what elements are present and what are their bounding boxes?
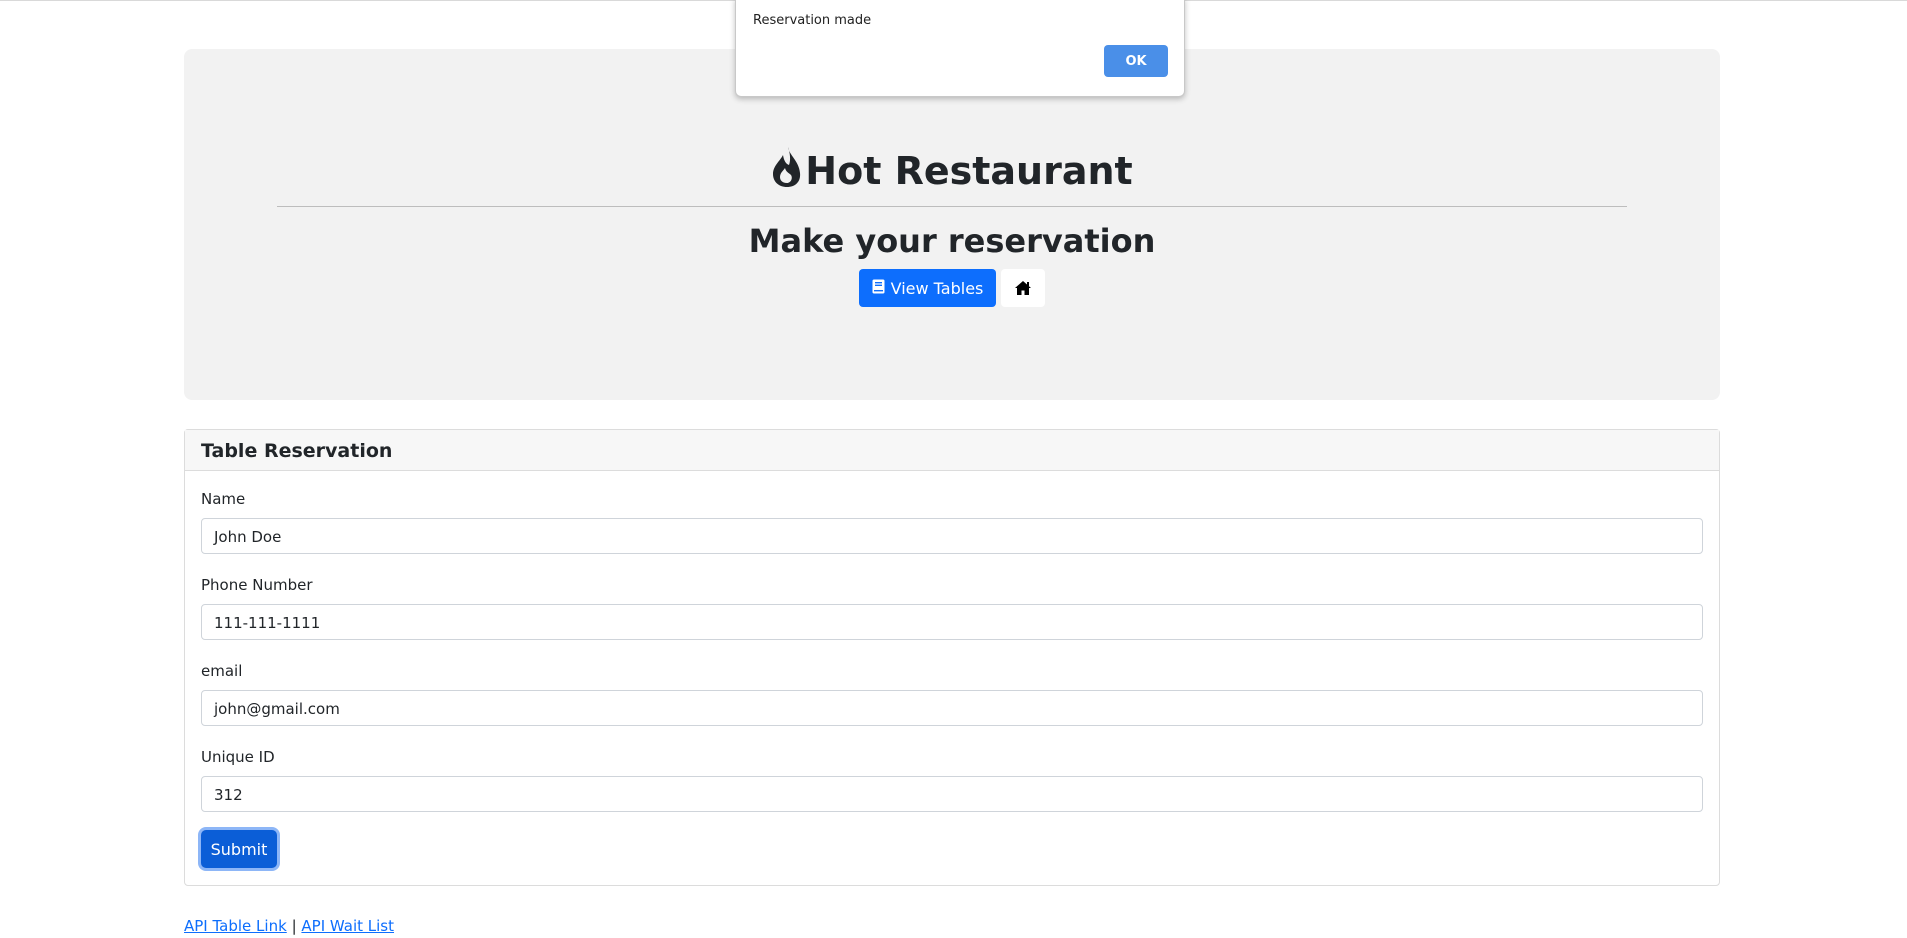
alert-dialog: Reservation made OK <box>735 0 1185 97</box>
reservation-card: Table Reservation Name John Doe Phone Nu… <box>184 429 1720 886</box>
name-label: Name <box>201 490 246 508</box>
home-icon <box>1014 280 1032 296</box>
card-title: Table Reservation <box>185 430 1719 471</box>
alert-message: Reservation made <box>753 13 872 28</box>
page-subtitle: Make your reservation <box>748 222 1156 260</box>
email-input[interactable]: john@gmail.com <box>201 690 1703 726</box>
email-label: email <box>201 662 243 680</box>
divider <box>277 206 1627 207</box>
link-separator: | <box>291 917 297 935</box>
alert-ok-button[interactable]: OK <box>1104 45 1168 77</box>
view-tables-button[interactable]: View Tables <box>858 269 997 307</box>
jumbotron: Hot Restaurant Make your reservation Vie… <box>184 49 1720 400</box>
view-tables-label: View Tables <box>890 278 984 298</box>
brand-name: Hot Restaurant <box>805 149 1133 193</box>
name-input[interactable]: John Doe <box>201 518 1703 554</box>
phone-label: Phone Number <box>201 576 313 594</box>
phone-input[interactable]: 111-111-1111 <box>201 604 1703 640</box>
footer-links: API Table Link | API Wait List <box>184 917 394 935</box>
submit-button[interactable]: Submit <box>201 830 277 868</box>
api-table-link[interactable]: API Table Link <box>184 917 287 935</box>
api-wait-list-link[interactable]: API Wait List <box>301 917 394 935</box>
header-buttons: View Tables <box>184 269 1720 307</box>
book-icon <box>872 279 885 298</box>
fire-icon <box>771 146 803 188</box>
home-button[interactable] <box>1001 269 1046 307</box>
page-title: Hot Restaurant <box>184 146 1720 195</box>
unique-id-input[interactable]: 312 <box>201 776 1703 812</box>
unique-id-label: Unique ID <box>201 748 275 766</box>
